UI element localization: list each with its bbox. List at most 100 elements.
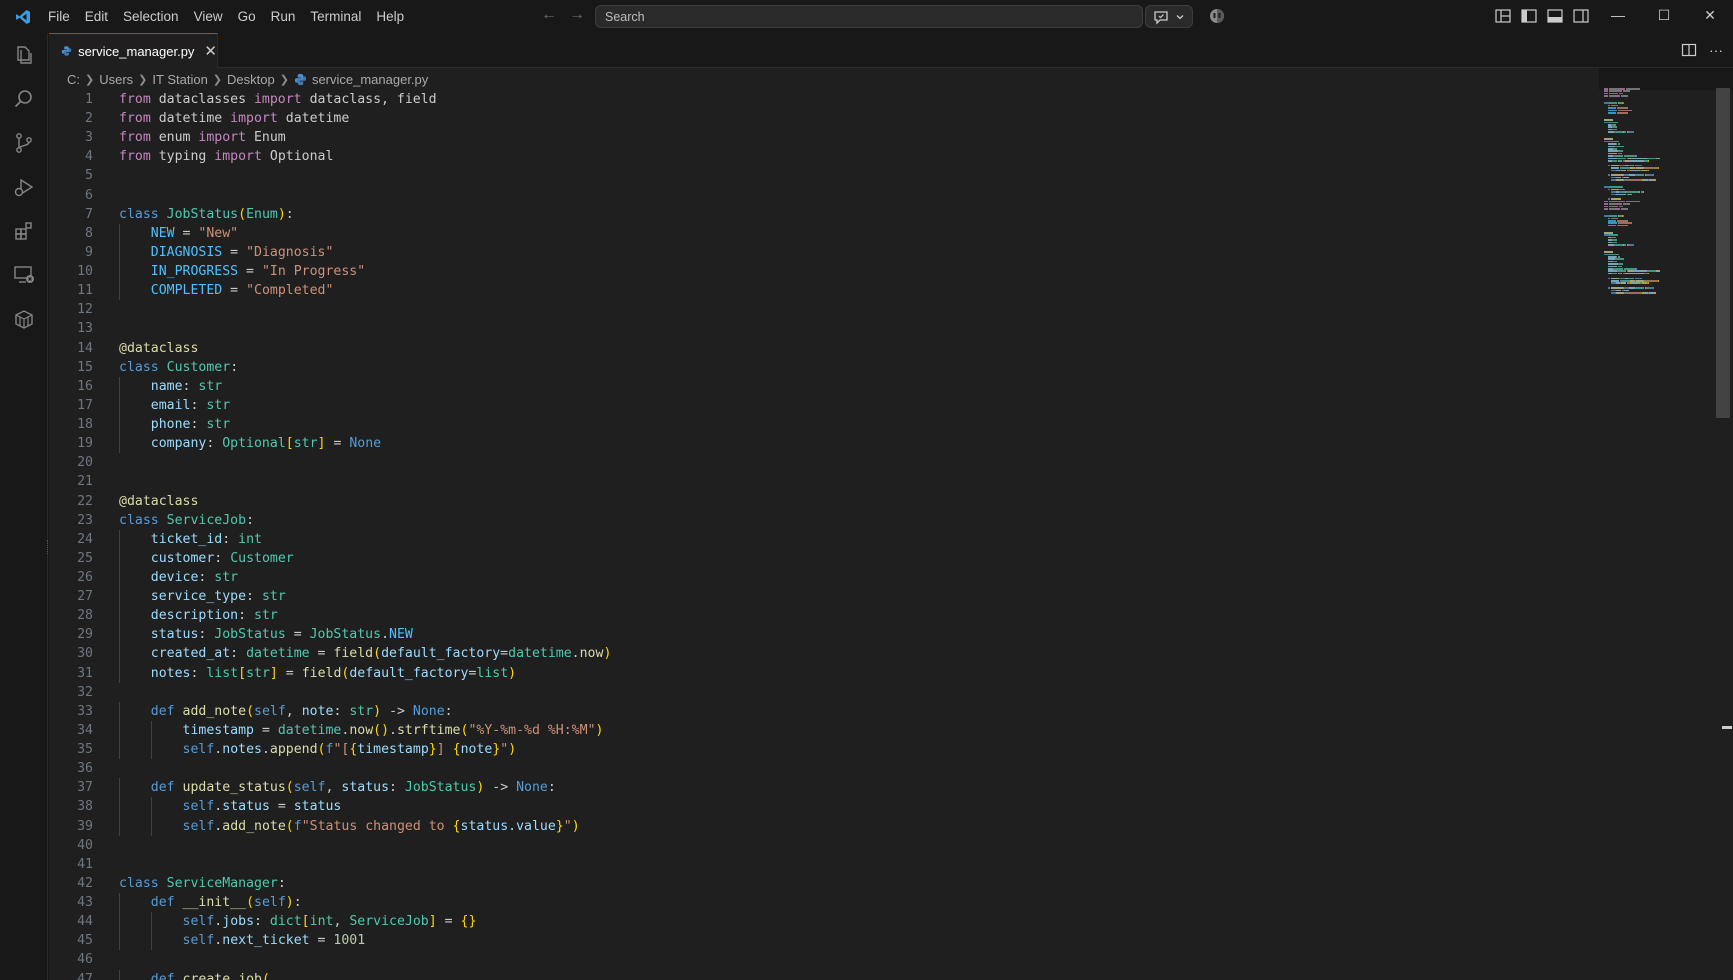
- extensions-icon[interactable]: [0, 209, 48, 253]
- code-line[interactable]: 45 self.next_ticket = 1001: [49, 931, 1549, 950]
- code-line[interactable]: 2 from datetime import datetime: [49, 109, 1549, 128]
- minimap-segment: [1658, 280, 1659, 282]
- code-line[interactable]: 39 self.add_note(f"Status changed to {st…: [49, 817, 1549, 836]
- code-line[interactable]: 42 class ServiceManager:: [49, 874, 1549, 893]
- title-bar: File Edit Selection View Go Run Terminal…: [0, 0, 1733, 33]
- code-line[interactable]: 21: [49, 472, 1549, 491]
- code-line[interactable]: 26 device: str: [49, 568, 1549, 587]
- code-line[interactable]: 33 def add_note(self, note: str) -> None…: [49, 702, 1549, 721]
- code-editor[interactable]: 1 from dataclasses import dataclass, fiel…: [49, 90, 1733, 980]
- code-line[interactable]: 15 class Customer:: [49, 358, 1549, 377]
- code-line[interactable]: 6: [49, 186, 1549, 205]
- code-line[interactable]: 30 created_at: datetime = field(default_…: [49, 644, 1549, 663]
- code-line[interactable]: 5: [49, 166, 1549, 185]
- code-line[interactable]: 13: [49, 319, 1549, 338]
- explorer-icon[interactable]: [0, 33, 48, 77]
- code-line[interactable]: 44 self.jobs: dict[int, ServiceJob] = {}: [49, 912, 1549, 931]
- code-line[interactable]: 19 company: Optional[str] = None: [49, 434, 1549, 453]
- code-line[interactable]: 37 def update_status(self, status: JobSt…: [49, 778, 1549, 797]
- close-window-icon[interactable]: ✕: [1687, 0, 1733, 30]
- toggle-secondary-sidebar-icon[interactable]: [1572, 7, 1590, 25]
- menu-file[interactable]: File: [42, 5, 76, 28]
- code-line[interactable]: 3 from enum import Enum: [49, 128, 1549, 147]
- remote-explorer-icon[interactable]: [0, 253, 48, 297]
- code-line[interactable]: 22 @dataclass: [49, 492, 1549, 511]
- code-line[interactable]: 35 self.notes.append(f"[{timestamp}] {no…: [49, 740, 1549, 759]
- code-line[interactable]: 47 def create_job(: [49, 970, 1549, 980]
- code-line[interactable]: 20: [49, 453, 1549, 472]
- code-line[interactable]: 10 IN_PROGRESS = "In Progress": [49, 262, 1549, 281]
- code-line[interactable]: 31 notes: list[str] = field(default_fact…: [49, 664, 1549, 683]
- line-number: 5: [85, 168, 93, 184]
- code-line[interactable]: 32: [49, 683, 1549, 702]
- code-line[interactable]: 17 email: str: [49, 396, 1549, 415]
- toggle-panel-icon[interactable]: [1546, 7, 1564, 25]
- customize-layout-icon[interactable]: [1494, 7, 1512, 25]
- code-text: self.notes.append(f"[{timestamp}] {note}…: [182, 742, 517, 758]
- menu-go[interactable]: Go: [232, 5, 262, 28]
- source-control-icon[interactable]: [0, 121, 48, 165]
- code-line[interactable]: 12: [49, 300, 1549, 319]
- run-debug-icon[interactable]: [0, 165, 48, 209]
- menu-view[interactable]: View: [188, 5, 229, 28]
- vertical-scrollbar[interactable]: [1716, 88, 1730, 418]
- breadcrumb-it-station[interactable]: IT Station: [152, 72, 207, 87]
- indent-guide: [150, 740, 152, 760]
- minimap[interactable]: [1604, 88, 1714, 308]
- code-line[interactable]: 4 from typing import Optional: [49, 147, 1549, 166]
- back-arrow-icon[interactable]: ←: [540, 6, 558, 24]
- code-line[interactable]: 46: [49, 950, 1549, 969]
- menu-selection[interactable]: Selection: [117, 5, 185, 28]
- breadcrumb-file[interactable]: service_manager.py: [312, 72, 428, 87]
- breadcrumb-users[interactable]: Users: [99, 72, 133, 87]
- menu-run[interactable]: Run: [265, 5, 302, 28]
- code-line[interactable]: 11 COMPLETED = "Completed": [49, 281, 1549, 300]
- code-line[interactable]: 9 DIAGNOSIS = "Diagnosis": [49, 243, 1549, 262]
- minimap-segment: [1613, 239, 1617, 241]
- code-line[interactable]: 28 description: str: [49, 606, 1549, 625]
- code-line[interactable]: 40: [49, 836, 1549, 855]
- code-line[interactable]: 41: [49, 855, 1549, 874]
- code-line[interactable]: 24 ticket_id: int: [49, 530, 1549, 549]
- breadcrumb-drive[interactable]: C:: [67, 72, 80, 87]
- containers-icon[interactable]: [0, 297, 48, 341]
- chevron-down-icon[interactable]: [1175, 12, 1185, 22]
- command-center-search[interactable]: Search: [595, 5, 1143, 28]
- code-line[interactable]: 38 self.status = status: [49, 797, 1549, 816]
- more-actions-icon[interactable]: ···: [1709, 42, 1723, 58]
- forward-arrow-icon[interactable]: →: [568, 6, 586, 24]
- code-line[interactable]: 43 def __init__(self):: [49, 893, 1549, 912]
- search-icon[interactable]: [0, 77, 48, 121]
- code-line[interactable]: 1 from dataclasses import dataclass, fiel…: [49, 90, 1549, 109]
- code-line[interactable]: 36: [49, 759, 1549, 778]
- maximize-icon[interactable]: ☐: [1641, 0, 1687, 30]
- minimap-segment: [1609, 102, 1618, 104]
- copilot-icon[interactable]: [1208, 7, 1226, 25]
- breadcrumb-desktop[interactable]: Desktop: [227, 72, 275, 87]
- code-line[interactable]: 34 timestamp = datetime.now().strftime("…: [49, 721, 1549, 740]
- chat-button[interactable]: [1145, 5, 1193, 28]
- menu-edit[interactable]: Edit: [79, 5, 114, 28]
- toggle-primary-sidebar-icon[interactable]: [1520, 7, 1538, 25]
- minimap-segment: [1609, 186, 1622, 188]
- minimap-segment: [1642, 191, 1645, 193]
- minimize-icon[interactable]: —: [1595, 0, 1641, 30]
- minimap-segment: [1640, 164, 1642, 167]
- menu-terminal[interactable]: Terminal: [304, 5, 367, 28]
- code-line[interactable]: 25 customer: Customer: [49, 549, 1549, 568]
- split-editor-icon[interactable]: [1681, 42, 1697, 58]
- code-line[interactable]: 7 class JobStatus(Enum):: [49, 205, 1549, 224]
- code-line[interactable]: 8 NEW = "New": [49, 224, 1549, 243]
- minimap-segment: [1639, 191, 1640, 193]
- code-line[interactable]: 16 name: str: [49, 377, 1549, 396]
- close-icon[interactable]: ✕: [204, 42, 217, 60]
- chat-icon[interactable]: [1153, 9, 1169, 25]
- menu-help[interactable]: Help: [370, 5, 410, 28]
- code-line[interactable]: 23 class ServiceJob:: [49, 511, 1549, 530]
- code-line[interactable]: 14 @dataclass: [49, 339, 1549, 358]
- code-line[interactable]: 18 phone: str: [49, 415, 1549, 434]
- code-line[interactable]: 27 service_type: str: [49, 587, 1549, 606]
- code-line[interactable]: 29 status: JobStatus = JobStatus.NEW: [49, 625, 1549, 644]
- code-text: company: Optional[str] = None: [150, 436, 382, 452]
- tab-service-manager[interactable]: service_manager.py ✕: [49, 33, 218, 68]
